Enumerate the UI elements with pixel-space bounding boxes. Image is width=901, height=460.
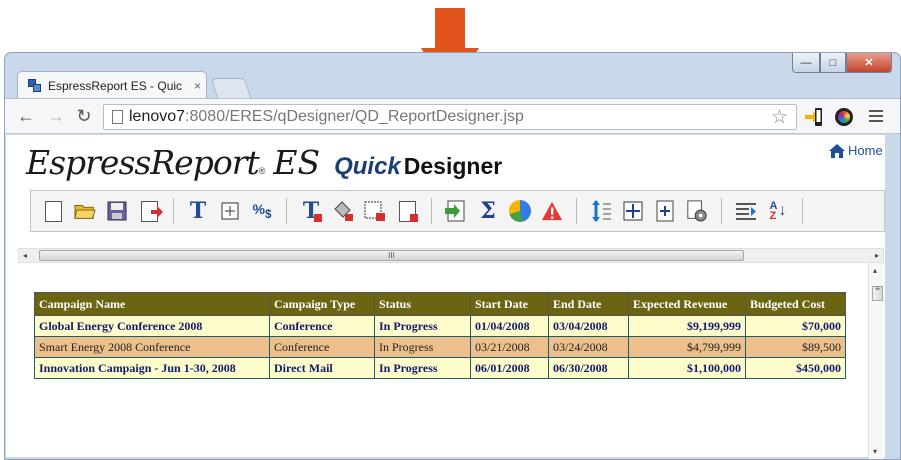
column-header[interactable]: End Date bbox=[548, 292, 629, 316]
summary-icon[interactable]: Σ bbox=[477, 198, 499, 224]
table-cell[interactable]: 06/01/2008 bbox=[470, 357, 549, 379]
browser-window: — □ ✕ EspressReport ES - Quic × ← → ↻ le… bbox=[4, 52, 901, 460]
table-cell[interactable]: $4,799,999 bbox=[628, 336, 746, 358]
horizontal-scroll-thumb[interactable]: III bbox=[39, 250, 744, 261]
table-cell[interactable]: 03/21/2008 bbox=[470, 336, 549, 358]
save-icon[interactable] bbox=[106, 199, 128, 223]
data-source-icon[interactable] bbox=[445, 199, 467, 223]
bookmark-star-icon[interactable]: ☆ bbox=[771, 106, 788, 129]
close-window-button[interactable]: ✕ bbox=[846, 53, 892, 73]
column-header[interactable]: Budgeted Cost bbox=[745, 292, 846, 316]
page-content: EspressReport® ES QuickDesigner Home T bbox=[6, 135, 885, 459]
menu-icon[interactable] bbox=[869, 108, 883, 124]
table-cell[interactable]: Smart Energy 2008 Conference bbox=[34, 336, 270, 358]
table-cell[interactable]: $89,500 bbox=[745, 336, 846, 358]
table-cell[interactable]: 06/30/2008 bbox=[548, 357, 629, 379]
table-cell[interactable]: Conference bbox=[269, 315, 375, 337]
chart-icon[interactable] bbox=[509, 199, 531, 223]
minimize-button[interactable]: — bbox=[792, 53, 820, 73]
table-cell[interactable]: In Progress bbox=[374, 315, 471, 337]
back-icon[interactable]: ← bbox=[15, 105, 37, 127]
maximize-button[interactable]: □ bbox=[820, 53, 846, 73]
reload-icon[interactable]: ↻ bbox=[73, 105, 95, 127]
table-cell[interactable]: $9,199,999 bbox=[628, 315, 746, 337]
espressreport-favicon-icon bbox=[28, 78, 42, 93]
table-cell[interactable]: $1,100,000 bbox=[628, 357, 746, 379]
move-icon[interactable] bbox=[622, 199, 644, 223]
fill-color-icon[interactable] bbox=[332, 199, 354, 223]
table-cell[interactable]: 01/04/2008 bbox=[470, 315, 549, 337]
home-icon bbox=[829, 143, 845, 158]
table-cell[interactable]: 03/24/2008 bbox=[548, 336, 629, 358]
toolbar-separator bbox=[286, 198, 287, 224]
group-icon[interactable] bbox=[735, 199, 757, 223]
report-header-row: Campaign Name Campaign Type Status Start… bbox=[34, 292, 846, 316]
column-header[interactable]: Start Date bbox=[470, 292, 549, 316]
toolbar-separator bbox=[431, 198, 432, 224]
page-setup-icon[interactable] bbox=[396, 199, 418, 223]
report-designer-toolbar: T %$ T Σ A Z ↓ bbox=[30, 190, 885, 232]
forward-icon[interactable]: → bbox=[45, 105, 67, 127]
scroll-left-icon[interactable]: ◂ bbox=[23, 249, 27, 262]
toolbar-separator bbox=[721, 198, 722, 224]
table-cell[interactable]: $450,000 bbox=[745, 357, 846, 379]
horizontal-scrollbar[interactable]: ◂ III ▸ bbox=[18, 248, 884, 263]
resize-icon[interactable] bbox=[654, 199, 676, 223]
table-row: Global Energy Conference 2008 Conference… bbox=[34, 315, 846, 337]
vertical-scroll-thumb[interactable]: ≡ bbox=[872, 285, 883, 301]
table-cell[interactable]: Innovation Campaign - Jun 1-30, 2008 bbox=[34, 357, 270, 379]
browser-tab[interactable]: EspressReport ES - Quic × bbox=[17, 71, 207, 99]
new-report-icon[interactable] bbox=[42, 199, 64, 223]
table-cell[interactable]: In Progress bbox=[374, 357, 471, 379]
url-text: lenovo7:8080/ERES/qDesigner/QD_ReportDes… bbox=[129, 108, 524, 125]
insert-cell-icon[interactable] bbox=[219, 199, 241, 223]
new-tab-button[interactable] bbox=[210, 78, 252, 98]
table-cell[interactable]: Conference bbox=[269, 336, 375, 358]
table-cell[interactable]: 03/04/2008 bbox=[548, 315, 629, 337]
home-link[interactable]: Home bbox=[829, 143, 883, 158]
app-logo: EspressReport ® ES Quick Designer bbox=[26, 143, 503, 182]
color-picker-extension-icon[interactable] bbox=[835, 108, 853, 126]
column-header[interactable]: Campaign Type bbox=[269, 292, 375, 316]
home-label: Home bbox=[848, 143, 883, 158]
column-header[interactable]: Campaign Name bbox=[34, 292, 270, 316]
window-controls: — □ ✕ bbox=[792, 53, 892, 73]
insert-text-icon[interactable]: T bbox=[187, 198, 209, 224]
table-cell[interactable]: Global Energy Conference 2008 bbox=[34, 315, 270, 337]
scroll-right-icon[interactable]: ▸ bbox=[875, 249, 879, 262]
vertical-scrollbar[interactable]: ▴ ≡ ▾ bbox=[868, 263, 884, 459]
report-table: Campaign Name Campaign Type Status Start… bbox=[34, 292, 846, 379]
column-header[interactable]: Expected Revenue bbox=[628, 292, 746, 316]
toolbar-separator bbox=[173, 198, 174, 224]
row-height-icon[interactable] bbox=[590, 199, 612, 223]
export-icon[interactable] bbox=[138, 199, 163, 223]
text-format-icon[interactable]: T bbox=[300, 198, 322, 224]
address-bar[interactable]: lenovo7:8080/ERES/qDesigner/QD_ReportDes… bbox=[103, 104, 797, 130]
column-header[interactable]: Status bbox=[374, 292, 471, 316]
table-cell[interactable]: $70,000 bbox=[745, 315, 846, 337]
browser-toolbar: ← → ↻ lenovo7:8080/ERES/qDesigner/QD_Rep… bbox=[5, 98, 900, 134]
mobile-extension-icon[interactable] bbox=[805, 107, 823, 127]
table-row: Innovation Campaign - Jun 1-30, 2008 Dir… bbox=[34, 357, 846, 379]
open-icon[interactable] bbox=[74, 199, 96, 223]
border-icon[interactable] bbox=[364, 199, 386, 223]
format-number-icon[interactable]: %$ bbox=[251, 199, 273, 223]
table-cell[interactable]: Direct Mail bbox=[269, 357, 375, 379]
alert-icon[interactable] bbox=[541, 199, 563, 223]
tab-title: EspressReport ES - Quic bbox=[48, 78, 183, 93]
table-row: Smart Energy 2008 Conference Conference … bbox=[34, 336, 846, 358]
toolbar-separator bbox=[576, 198, 577, 224]
page-icon bbox=[112, 110, 123, 124]
sort-icon[interactable]: AZ ↓ bbox=[767, 199, 789, 223]
scroll-up-icon[interactable]: ▴ bbox=[873, 266, 877, 275]
tab-close-icon[interactable]: × bbox=[194, 79, 201, 93]
settings-icon[interactable] bbox=[686, 199, 708, 223]
toolbar-separator bbox=[802, 198, 803, 224]
table-cell[interactable]: In Progress bbox=[374, 336, 471, 358]
scroll-down-icon[interactable]: ▾ bbox=[873, 447, 877, 456]
